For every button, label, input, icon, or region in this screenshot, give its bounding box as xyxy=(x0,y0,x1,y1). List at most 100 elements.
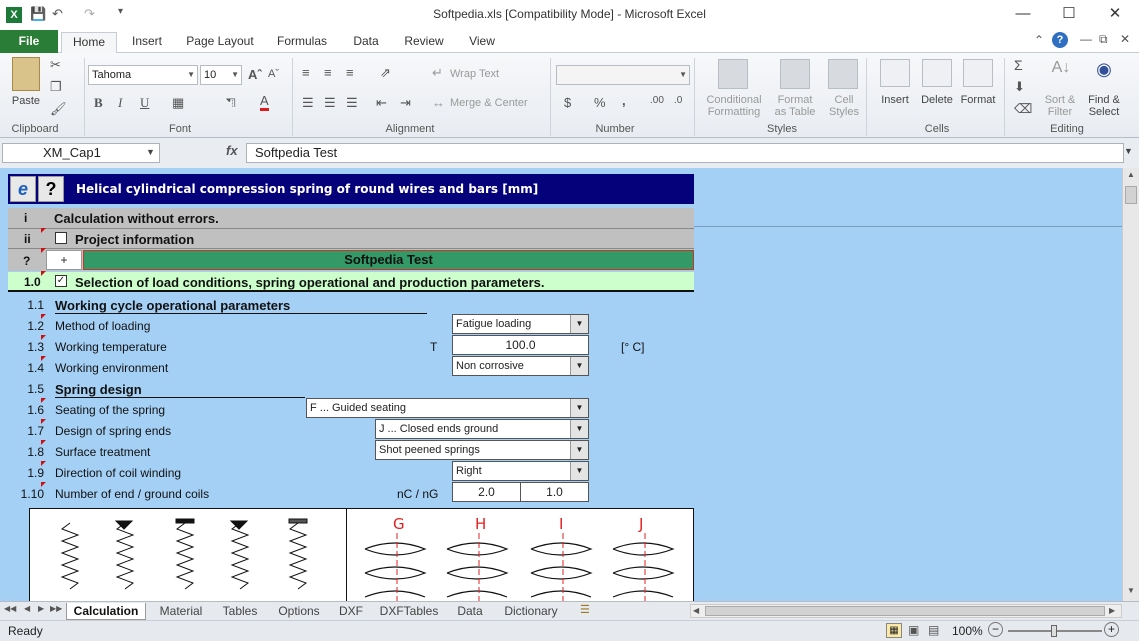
find-select-button[interactable]: Find & Select xyxy=(1082,94,1126,118)
format-cells-button[interactable]: Format xyxy=(956,94,1000,106)
cell-styles-button[interactable]: Cell Styles xyxy=(822,94,866,118)
cut-icon[interactable]: ✂ xyxy=(50,57,61,73)
scroll-up-icon[interactable]: ▲ xyxy=(1127,170,1135,179)
workbook-close-icon[interactable]: ✕ xyxy=(1120,32,1130,46)
insert-function-icon[interactable]: fx xyxy=(226,143,238,158)
normal-view-icon[interactable]: ▦ xyxy=(886,623,902,638)
tab-review[interactable]: Review xyxy=(398,32,450,53)
decrease-decimal-icon[interactable]: .0 xyxy=(674,95,682,106)
sheet-tab-dxftables[interactable]: DXFTables xyxy=(374,603,444,620)
underline-icon[interactable]: U xyxy=(140,95,149,111)
copy-icon[interactable]: ❐ xyxy=(50,79,62,95)
merge-center-button[interactable]: Merge & Center xyxy=(450,97,528,109)
conditional-formatting-icon[interactable] xyxy=(718,59,748,89)
paste-icon[interactable] xyxy=(12,57,40,91)
dropdown-arrow-icon[interactable]: ▼ xyxy=(570,441,588,459)
sheet-tab-tables[interactable]: Tables xyxy=(216,603,264,620)
minimize-button[interactable]: — xyxy=(1000,0,1046,30)
border-icon[interactable]: ▦ xyxy=(172,95,184,111)
decrease-indent-icon[interactable]: ⇤ xyxy=(376,95,387,111)
scroll-thumb[interactable] xyxy=(1125,186,1137,204)
align-left-icon[interactable]: ☰ xyxy=(302,95,314,111)
dropdown-arrow-icon[interactable]: ▼ xyxy=(570,462,588,480)
tab-data[interactable]: Data xyxy=(344,32,388,53)
font-name-select[interactable]: Tahoma ▼ xyxy=(88,65,198,85)
horizontal-scrollbar[interactable]: ◀ ▶ xyxy=(690,604,1122,618)
page-layout-view-icon[interactable]: ▣ xyxy=(908,623,919,637)
conditional-formatting-button[interactable]: Conditional Formatting xyxy=(698,94,770,118)
last-sheet-icon[interactable]: ▶▶ xyxy=(50,604,62,613)
tab-view[interactable]: View xyxy=(460,32,504,53)
temperature-input[interactable]: 100.0 xyxy=(452,335,589,355)
increase-indent-icon[interactable]: ⇥ xyxy=(400,95,411,111)
align-right-icon[interactable]: ☰ xyxy=(346,95,358,111)
scroll-down-icon[interactable]: ▼ xyxy=(1127,586,1135,595)
merge-center-icon[interactable]: ↔ xyxy=(432,95,445,110)
name-box[interactable]: XM_Cap1 xyxy=(2,143,160,163)
page-break-view-icon[interactable]: ▤ xyxy=(928,623,939,637)
number-format-select[interactable]: ▼ xyxy=(556,65,690,85)
sheet-tab-calculation[interactable]: Calculation xyxy=(66,603,146,620)
prev-sheet-icon[interactable]: ◀ xyxy=(24,604,30,613)
first-sheet-icon[interactable]: ◀◀ xyxy=(4,604,16,613)
loading-method-select[interactable]: Fatigue loading ▼ xyxy=(452,314,589,334)
delete-cells-icon[interactable] xyxy=(922,59,952,87)
dropdown-arrow-icon[interactable]: ▼ xyxy=(570,399,588,417)
tab-page-layout[interactable]: Page Layout xyxy=(180,32,260,53)
zoom-out-icon[interactable]: − xyxy=(988,622,1003,637)
orientation-icon[interactable]: ⇗ xyxy=(380,65,391,81)
tab-formulas[interactable]: Formulas xyxy=(270,32,334,53)
align-middle-icon[interactable]: ≡ xyxy=(324,65,332,80)
seating-select[interactable]: F ... Guided seating ▼ xyxy=(306,398,589,418)
autosum-icon[interactable]: Σ xyxy=(1014,57,1023,73)
vertical-scrollbar[interactable]: ▲ ▼ xyxy=(1122,168,1139,601)
formula-input[interactable]: Softpedia Test xyxy=(246,143,1124,163)
spring-ends-select[interactable]: J ... Closed ends ground ▼ xyxy=(375,419,589,439)
align-center-icon[interactable]: ☰ xyxy=(324,95,336,111)
ground-coils-input[interactable]: 1.0 xyxy=(520,482,589,502)
zoom-slider[interactable] xyxy=(1008,625,1102,637)
format-as-table-button[interactable]: Format as Table xyxy=(768,94,822,118)
paste-button[interactable]: Paste xyxy=(8,95,44,107)
font-size-select[interactable]: 10 ▼ xyxy=(200,65,242,85)
end-coils-input[interactable]: 2.0 xyxy=(452,482,521,502)
sheet-tab-data[interactable]: Data xyxy=(450,603,490,620)
minimize-ribbon-icon[interactable]: ⌃ xyxy=(1034,33,1044,47)
browser-icon[interactable]: e xyxy=(10,176,36,202)
expand-button[interactable]: + xyxy=(46,250,82,270)
shrink-font-icon[interactable]: Aˇ xyxy=(268,68,279,80)
font-color-icon[interactable]: A xyxy=(260,94,269,111)
sheet-tab-dictionary[interactable]: Dictionary xyxy=(498,603,564,620)
sheet-tab-material[interactable]: Material xyxy=(152,603,210,620)
currency-icon[interactable]: $ xyxy=(564,95,571,110)
increase-decimal-icon[interactable]: .00 xyxy=(650,95,664,106)
format-cells-icon[interactable] xyxy=(963,59,993,87)
tab-file[interactable]: File xyxy=(0,30,58,53)
wrap-text-button[interactable]: Wrap Text xyxy=(450,68,499,80)
workbook-restore-icon[interactable]: ⧉ xyxy=(1099,32,1108,47)
worksheet[interactable]: e ? Helical cylindrical compression spri… xyxy=(0,168,1122,601)
sort-filter-button[interactable]: Sort & Filter xyxy=(1040,94,1080,118)
cell-styles-icon[interactable] xyxy=(828,59,858,89)
maximize-button[interactable]: ☐ xyxy=(1046,0,1092,30)
close-button[interactable]: ✕ xyxy=(1092,0,1138,30)
insert-cells-icon[interactable] xyxy=(880,59,910,87)
h-scroll-thumb[interactable] xyxy=(705,606,1105,616)
zoom-level[interactable]: 100% xyxy=(952,624,983,638)
zoom-in-icon[interactable]: + xyxy=(1104,622,1119,637)
tab-home[interactable]: Home xyxy=(61,32,117,53)
fill-color-icon[interactable]: ⛠ xyxy=(226,95,236,113)
fill-icon[interactable]: ⬇ xyxy=(1014,79,1025,95)
italic-icon[interactable]: I xyxy=(118,95,122,111)
new-sheet-icon[interactable]: ☰ xyxy=(580,603,590,616)
grow-font-icon[interactable]: Aˆ xyxy=(248,67,262,82)
sheet-tab-dxf[interactable]: DXF xyxy=(334,603,368,620)
expand-formula-icon[interactable]: ▼ xyxy=(1124,146,1133,156)
format-painter-icon[interactable]: 🖌 xyxy=(50,101,67,117)
dropdown-arrow-icon[interactable]: ▼ xyxy=(570,315,588,333)
percent-icon[interactable]: % xyxy=(594,95,606,110)
sheet-tab-options[interactable]: Options xyxy=(272,603,326,620)
sort-filter-icon[interactable]: A↓ xyxy=(1048,59,1074,87)
help-question-icon[interactable]: ? xyxy=(38,176,64,202)
bold-icon[interactable]: B xyxy=(94,95,103,111)
